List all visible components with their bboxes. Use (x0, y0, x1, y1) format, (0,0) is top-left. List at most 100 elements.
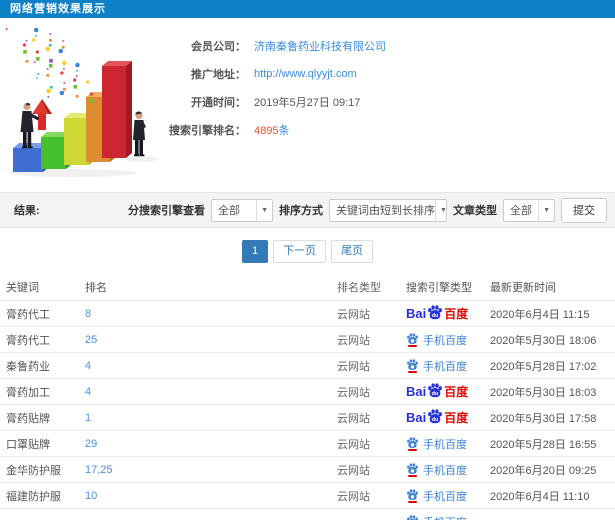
keyword-cell[interactable]: 福建防护服 (0, 488, 85, 504)
mobile-baidu-label: 手机百度 (423, 514, 467, 520)
mobile-baidu-label: 手机百度 (423, 438, 467, 451)
article-type-select[interactable]: 全部 ▼ (503, 198, 555, 222)
chevron-down-icon: ▼ (256, 199, 272, 221)
keyword-cell[interactable]: 金华防护服 (0, 462, 85, 478)
mobile-baidu-badge: 手机百度 (406, 436, 467, 452)
baidu-logo-cn-text: 百度 (444, 306, 469, 321)
bar-red (102, 61, 132, 158)
updated-cell: 2020年5月30日 18:03 (490, 386, 597, 399)
table-row: 膏药贴牌 1 云网站 Bai du 百度 2020年5月30日 17:58 (0, 405, 615, 431)
rank-cell[interactable]: 29 (85, 438, 337, 450)
mobile-baidu-label: 手机百度 (423, 360, 467, 373)
engine-cell: Bai du 百度 (402, 462, 490, 478)
engine-rank-row: 搜索引擎排名： 4895条 (148, 116, 386, 144)
up-arrow-icon (32, 99, 52, 130)
rank-type-cell: 云网站 (337, 412, 370, 425)
rank-type-cell: 云网站 (337, 464, 370, 477)
rank-cell[interactable]: 1 (85, 412, 337, 424)
rank-type-cell: 云网站 (337, 308, 370, 321)
rank-cell[interactable]: 4 (85, 360, 337, 372)
keyword-cell[interactable]: 秦鲁药业 (0, 358, 85, 374)
header-rank-type: 排名类型 (337, 281, 381, 294)
rank-type-cell: 云网站 (337, 334, 370, 347)
baidu-logo-cn-text: 百度 (444, 384, 469, 399)
submit-button[interactable]: 提交 (561, 197, 607, 223)
rank-cell[interactable]: 8 (85, 308, 337, 320)
rank-type-cell: 云网站 (337, 490, 370, 503)
promotion-url-link[interactable]: http://www.qlyyjt.com (254, 68, 357, 80)
rank-cell[interactable]: 25 (85, 334, 337, 346)
engine-filter-select[interactable]: 全部 ▼ (211, 198, 273, 222)
mobile-baidu-label: 手机百度 (423, 490, 467, 503)
open-time-label: 开通时间： (191, 97, 246, 109)
keyword-cell[interactable]: 膏药代工 (0, 332, 85, 348)
keyword-cell[interactable]: 膏药加工 (0, 384, 85, 400)
mobile-baidu-badge: 手机百度 (406, 358, 467, 374)
table-row: Bai du 百度 (0, 509, 615, 520)
table-row: 口罩贴牌 29 云网站 Bai du 百度 (0, 431, 615, 457)
company-info-list: 会员公司： 济南秦鲁药业科技有限公司 推广地址： http://www.qlyy… (148, 32, 386, 144)
rank-cell[interactable]: 17,25 (85, 464, 337, 476)
table-row: 膏药代工 8 云网站 Bai du 百度 2020年6月4日 11:15 (0, 301, 615, 327)
mobile-baidu-underline (408, 370, 417, 373)
mobile-baidu-paw-icon (406, 488, 419, 503)
mobile-baidu-underline (408, 344, 417, 347)
promotion-url-label: 推广地址： (191, 69, 246, 81)
engine-cell: Bai du 百度 (402, 514, 490, 520)
mobile-baidu-paw-icon (406, 358, 419, 373)
updated-cell: 2020年6月4日 11:10 (490, 490, 590, 503)
baidu-logo: Bai du 百度 (406, 383, 468, 400)
engine-cell: Bai du 百度 (402, 488, 490, 504)
updated-cell: 2020年5月30日 18:06 (490, 334, 597, 347)
open-time-row: 开通时间： 2019年5月27日 09:17 (148, 88, 386, 116)
mobile-baidu-underline (408, 474, 417, 477)
rank-cell[interactable]: 10 (85, 490, 337, 502)
svg-text:du: du (432, 391, 439, 397)
baidu-logo-bai-text: Bai (406, 306, 427, 321)
engine-cell: Bai du 百度 (402, 409, 490, 426)
baidu-logo: Bai du 百度 (406, 305, 468, 322)
open-time-value: 2019年5月27日 09:17 (254, 97, 361, 109)
keyword-rank-table: 关键词 排名 排名类型 搜索引擎类型 最新更新时间 膏药代工 8 云网站 Bai… (0, 273, 615, 520)
engine-cell: Bai du 百度 (402, 383, 490, 400)
sort-select[interactable]: 关键词由短到长排序 ▼ (329, 198, 447, 222)
info-section: 会员公司： 济南秦鲁药业科技有限公司 推广地址： http://www.qlyy… (0, 18, 615, 192)
last-page-button[interactable]: 尾页 (331, 240, 374, 263)
updated-cell: 2020年6月20日 09:25 (490, 464, 597, 477)
mobile-baidu-underline (408, 448, 417, 451)
businessman-right (133, 111, 146, 157)
engine-filter-value: 全部 (218, 205, 240, 217)
engine-rank-unit-link[interactable]: 条 (278, 125, 289, 137)
article-type-label: 文章类型 (453, 205, 497, 217)
mobile-baidu-paw-icon (406, 436, 419, 451)
rank-cell[interactable]: 4 (85, 386, 337, 398)
baidu-paw-icon: du (428, 383, 443, 398)
pagination: 1 下一页 尾页 (0, 228, 615, 273)
updated-cell: 2020年6月4日 11:15 (490, 308, 590, 321)
rank-type-cell: 云网站 (337, 386, 370, 399)
mobile-baidu-underline (408, 500, 417, 503)
company-link[interactable]: 济南秦鲁药业科技有限公司 (254, 41, 386, 53)
engine-cell: Bai du 百度 (402, 358, 490, 374)
filter-controls: 分搜索引擎查看 全部 ▼ 排序方式 关键词由短到长排序 ▼ 文章类型 全部 ▼ … (128, 197, 607, 223)
article-type-value: 全部 (510, 205, 532, 217)
mobile-baidu-label: 手机百度 (423, 464, 467, 477)
header-rank: 排名 (85, 281, 107, 294)
keyword-cell[interactable]: 膏药代工 (0, 306, 85, 322)
table-body: 膏药代工 8 云网站 Bai du 百度 2020年6月4日 11:15 膏药代… (0, 301, 615, 520)
baidu-paw-icon: du (428, 305, 443, 320)
page-button-current[interactable]: 1 (241, 240, 269, 263)
engine-cell: Bai du 百度 (402, 332, 490, 348)
promotion-url-row: 推广地址： http://www.qlyyjt.com (148, 60, 386, 88)
rank-type-cell: 云网站 (337, 438, 370, 451)
table-row: 膏药代工 25 云网站 Bai du 百度 (0, 327, 615, 353)
page-title: 网络营销效果展示 (10, 3, 106, 15)
keyword-cell[interactable]: 膏药贴牌 (0, 410, 85, 426)
keyword-cell[interactable]: 口罩贴牌 (0, 436, 85, 452)
updated-cell: 2020年5月28日 16:55 (490, 438, 597, 451)
confetti-dots (5, 27, 94, 103)
baidu-logo-bai-text: Bai (406, 410, 427, 425)
table-header-row: 关键词 排名 排名类型 搜索引擎类型 最新更新时间 (0, 273, 615, 301)
next-page-button[interactable]: 下一页 (273, 240, 327, 263)
table-row: 秦鲁药业 4 云网站 Bai du 百度 (0, 353, 615, 379)
